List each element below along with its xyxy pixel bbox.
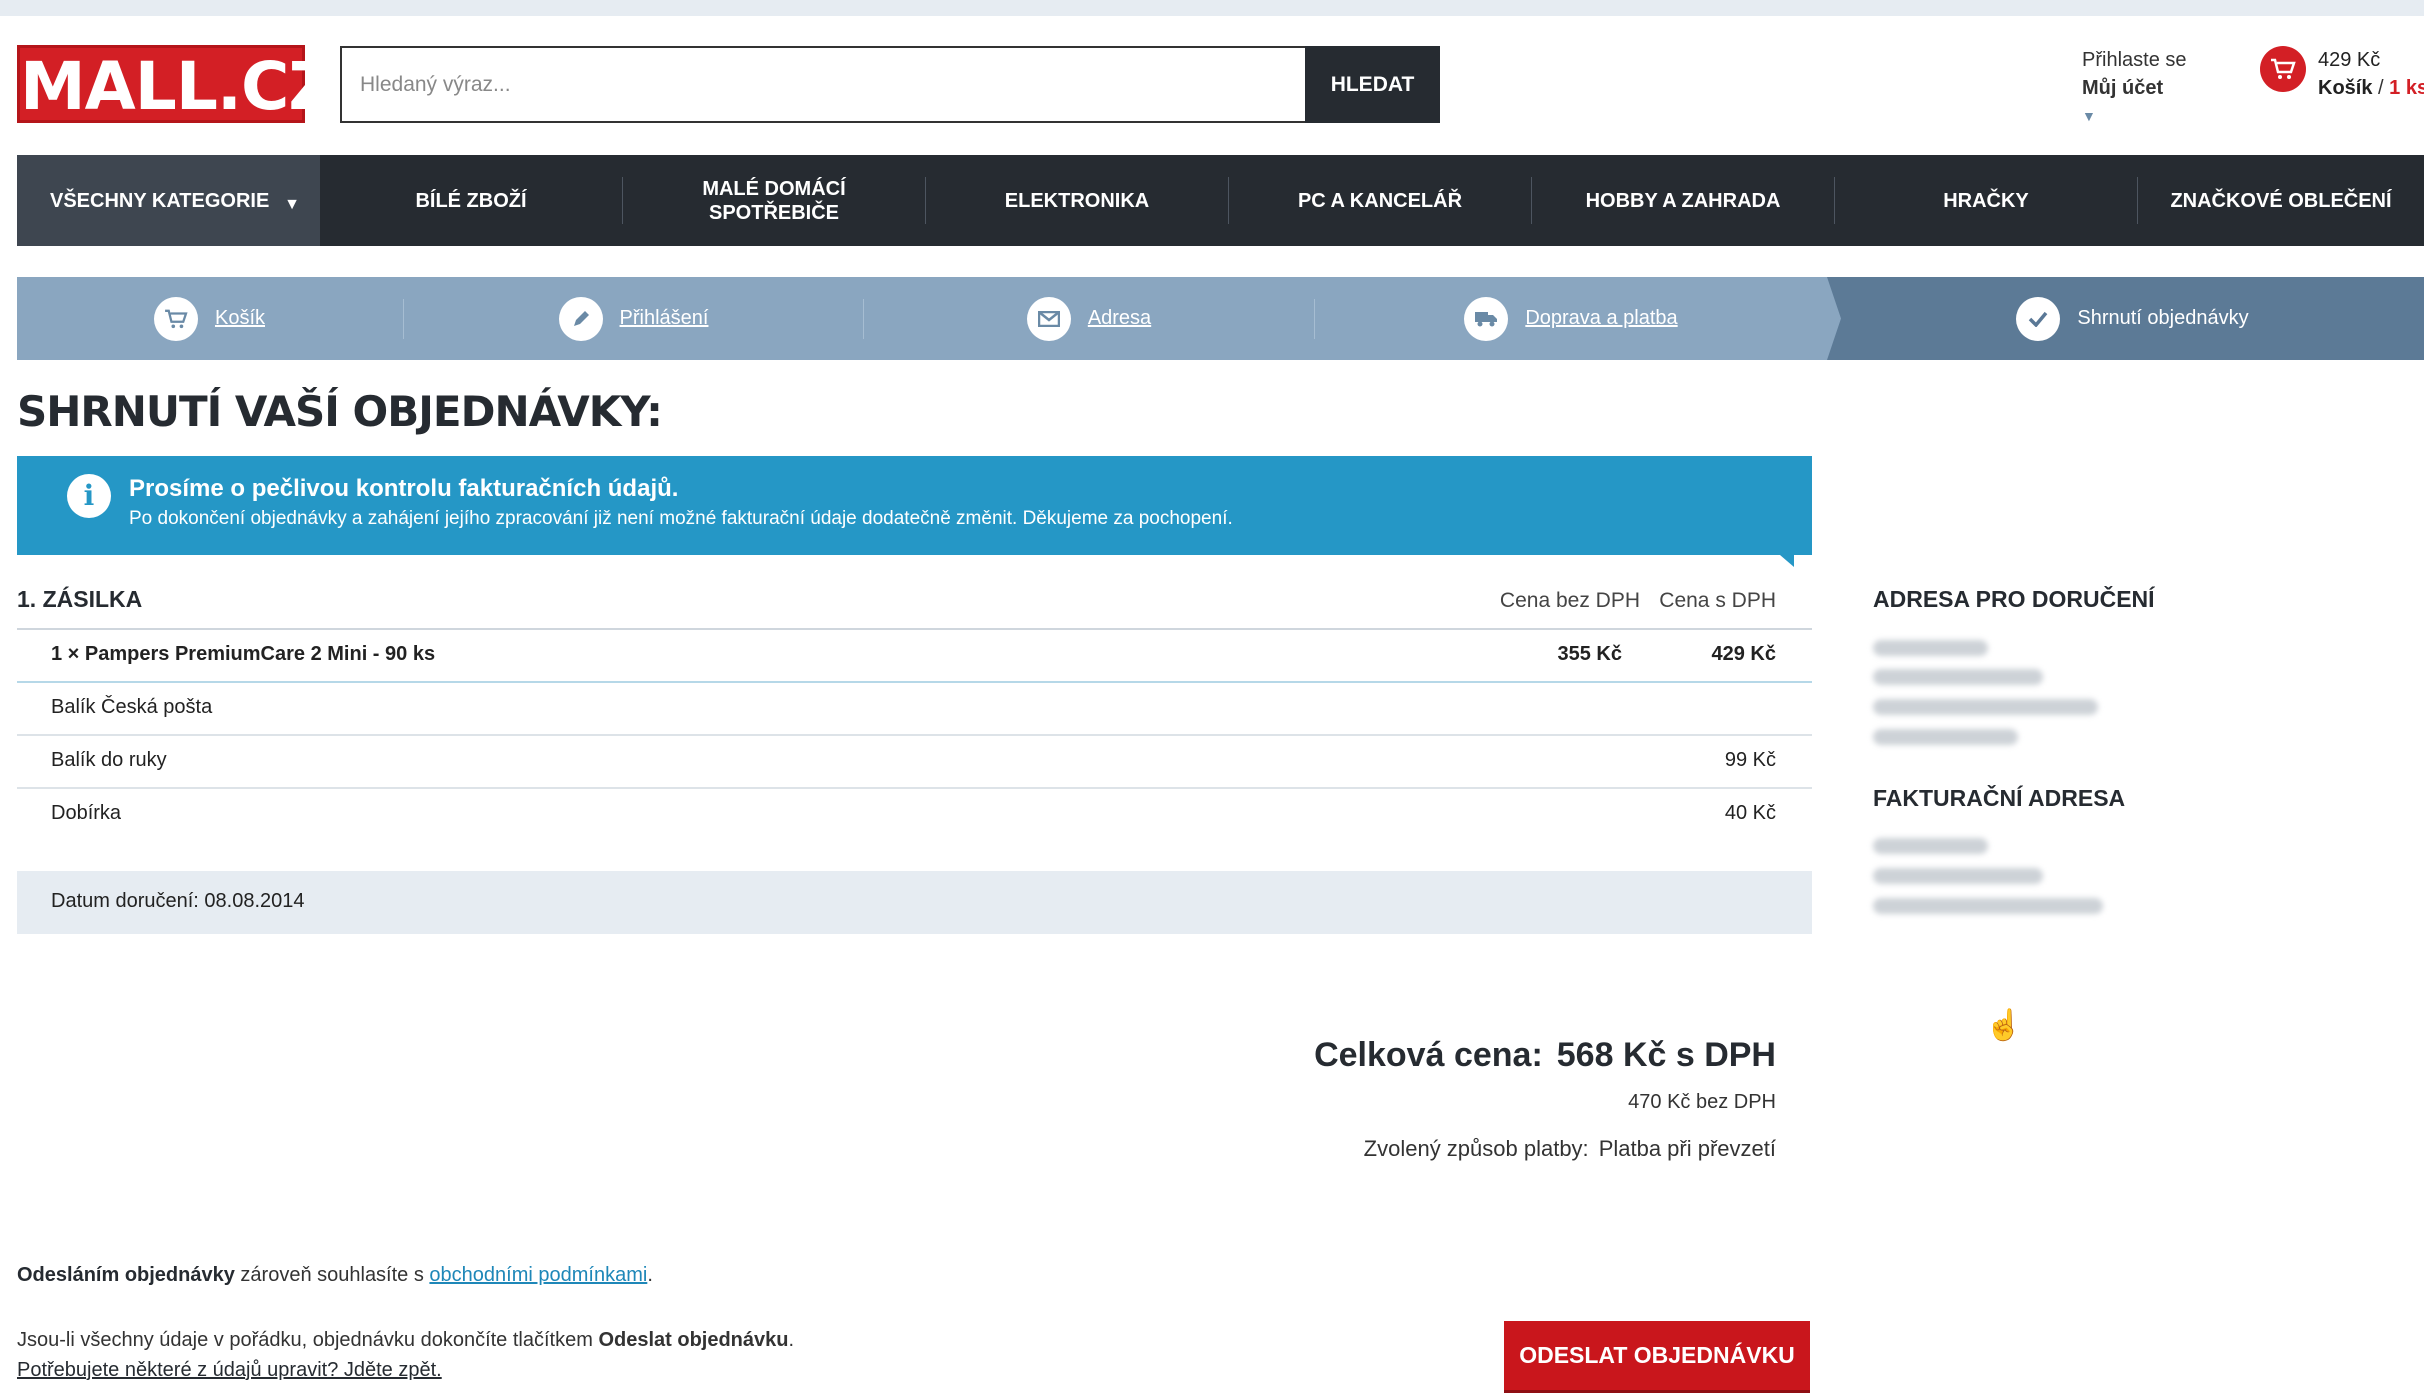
nav-item-znackove-obleceni[interactable]: ZNAČKOVÉ OBLEČENÍ [2138,155,2424,246]
nav-all-categories[interactable]: VŠECHNY KATEGORIE ▼ [17,155,320,246]
blurred-address-line [1873,669,2043,685]
cart-summary[interactable]: Košík / 1 ks [2318,74,2424,102]
mall-logo[interactable]: MALL.CZ [17,45,336,125]
category-navbar: VŠECHNY KATEGORIE ▼ BÍLÉ ZBOŽÍ MALÉ DOMÁ… [17,155,2424,246]
cart-icon [153,296,198,341]
hand-cursor-icon: ☝ [1985,1009,2023,1042]
info-icon: i [67,474,111,518]
delivery-date: Datum doručení: 08.08.2014 [51,890,305,912]
shipment-header: 1. ZÁSILKA Cena bez DPH Cena s DPH [17,584,1812,630]
total-value: 568 Kč s DPH [1556,1036,1776,1074]
cart-count: 1 ks [2389,77,2424,99]
submit-order-button[interactable]: ODESLAT OBJEDNÁVKU [1504,1321,1810,1390]
step-label: Shrnutí objednávky [2077,307,2249,329]
nav-all-categories-label: VŠECHNY KATEGORIE [50,189,270,212]
back-link[interactable]: Potřebujete některé z údajů upravit? Jdě… [17,1359,442,1381]
table-row: Balík do ruky 99 Kč [17,736,1812,789]
check-icon [2016,296,2061,341]
row-name: Balík do ruky [51,749,167,771]
nav-item-bile-zbozi[interactable]: BÍLÉ ZBOŽÍ [320,155,622,246]
account-menu[interactable]: Přihlaste se Můj účet ▼ [2082,46,2187,130]
finish-bold: Odeslat objednávku [598,1329,789,1351]
table-row: 1 × Pampers PremiumCare 2 Mini - 90 ks 3… [17,630,1812,683]
payment-label: Zvolený způsob platby: [1363,1136,1589,1161]
terms-end: . [647,1264,653,1286]
billing-address-title: FAKTURAČNÍ ADRESA [1873,785,2126,811]
finish-end: . [788,1329,795,1351]
truck-icon [1464,296,1509,341]
delivery-address-title: ADRESA PRO DORUČENÍ [1873,586,2155,612]
info-notch [1780,555,1794,567]
top-strip [0,0,2424,16]
step-prihlaseni[interactable]: Přihlášení [404,277,863,360]
terms-bold: Odesláním objednávky [17,1264,235,1286]
envelope-icon [1026,296,1071,341]
row-name: 1 × Pampers PremiumCare 2 Mini - 90 ks [51,643,436,665]
nav-item-pc-a-kancelar[interactable]: PC A KANCELÁŘ [1229,155,1531,246]
step-label: Adresa [1087,307,1152,329]
page-title: SHRNUTÍ VAŠÍ OBJEDNÁVKY: [17,387,663,436]
info-text: Po dokončení objednávky a zahájení jejíh… [129,508,1233,529]
step-shrnuti-objednavky: Shrnutí objednávky [1841,277,2424,360]
step-label: Přihlášení [619,307,709,329]
net-price: 470 Kč bez DPH [1628,1091,1776,1113]
step-adresa[interactable]: Adresa [864,277,1314,360]
nav-item-hracky[interactable]: HRAČKY [1835,155,2137,246]
blurred-address-line [1873,898,2103,914]
col-header-net: Cena bez DPH [1499,589,1640,612]
table-row: Dobírka 40 Kč [17,789,1812,840]
step-label: Doprava a platba [1525,307,1678,329]
my-account-link[interactable]: Můj účet [2082,74,2187,102]
chevron-down-icon[interactable]: ▼ [2082,102,2187,130]
col-header-gross: Cena s DPH [1659,589,1776,612]
payment-method: Zvolený způsob platby: Platba při převzet… [1364,1136,1776,1162]
terms-link[interactable]: obchodními podmínkami [429,1264,647,1286]
cart-price: 429 Kč [2318,49,2381,71]
finish-notice: Jsou-li všechny údaje v pořádku, objedná… [17,1325,794,1385]
shipment-title: 1. ZÁSILKA [17,586,143,612]
blurred-address-line [1873,729,2018,745]
cart-icon[interactable] [2260,46,2306,92]
info-banner: i Prosíme o pečlivou kontrolu fakturační… [17,456,1812,567]
total-label: Celková cena: [1314,1036,1543,1074]
nav-item-label: MALÉ DOMÁCÍ SPOTŘEBIČE [702,177,846,224]
row-name: Dobírka [51,802,122,824]
pencil-icon [558,296,603,341]
step-kosik[interactable]: Košík [17,277,402,360]
finish-text: Jsou-li všechny údaje v pořádku, objedná… [17,1329,599,1351]
step-label: Košík [214,307,266,329]
cart-separator: / [2372,77,2390,99]
blurred-address-line [1873,868,2043,884]
row-gross-price: 99 Kč [1724,749,1776,771]
terms-text: zároveň souhlasíte s [234,1264,430,1286]
info-title: Prosíme o pečlivou kontrolu fakturačních… [129,475,679,502]
row-gross-price: 429 Kč [1711,643,1777,665]
login-link[interactable]: Přihlaste se [2082,46,2187,74]
checkout-steps: Košík Přihlášení Adresa Doprava a platba… [17,277,2424,360]
nav-item-male-domaci-spotrebice[interactable]: MALÉ DOMÁCÍ SPOTŘEBIČE [623,155,925,246]
search-button[interactable]: HLEDAT [1305,46,1440,123]
step-doprava-a-platba[interactable]: Doprava a platba [1315,277,1827,360]
terms-notice: Odesláním objednávky zároveň souhlasíte … [17,1264,653,1287]
blurred-address-line [1873,838,1988,854]
row-name: Balík Česká pošta [51,696,213,718]
total-price: Celková cena: 568 Kč s DPH [1314,1036,1776,1075]
payment-value: Platba při převzetí [1598,1136,1776,1161]
row-gross-price: 40 Kč [1724,802,1776,824]
blurred-address-line [1873,699,2098,715]
blurred-address-line [1873,640,1988,656]
delivery-date-bar: Datum doručení: 08.08.2014 [17,871,1812,934]
search-input[interactable] [340,46,1305,123]
nav-item-elektronika[interactable]: ELEKTRONIKA [926,155,1228,246]
row-net-price: 355 Kč [1557,643,1623,665]
cart-label: Košík [2318,77,2373,99]
nav-item-hobby-a-zahrada[interactable]: HOBBY A ZAHRADA [1532,155,1834,246]
search-bar: HLEDAT [340,46,1440,123]
caret-down-icon: ▼ [284,196,300,213]
table-row: Balík Česká pošta [17,683,1812,736]
